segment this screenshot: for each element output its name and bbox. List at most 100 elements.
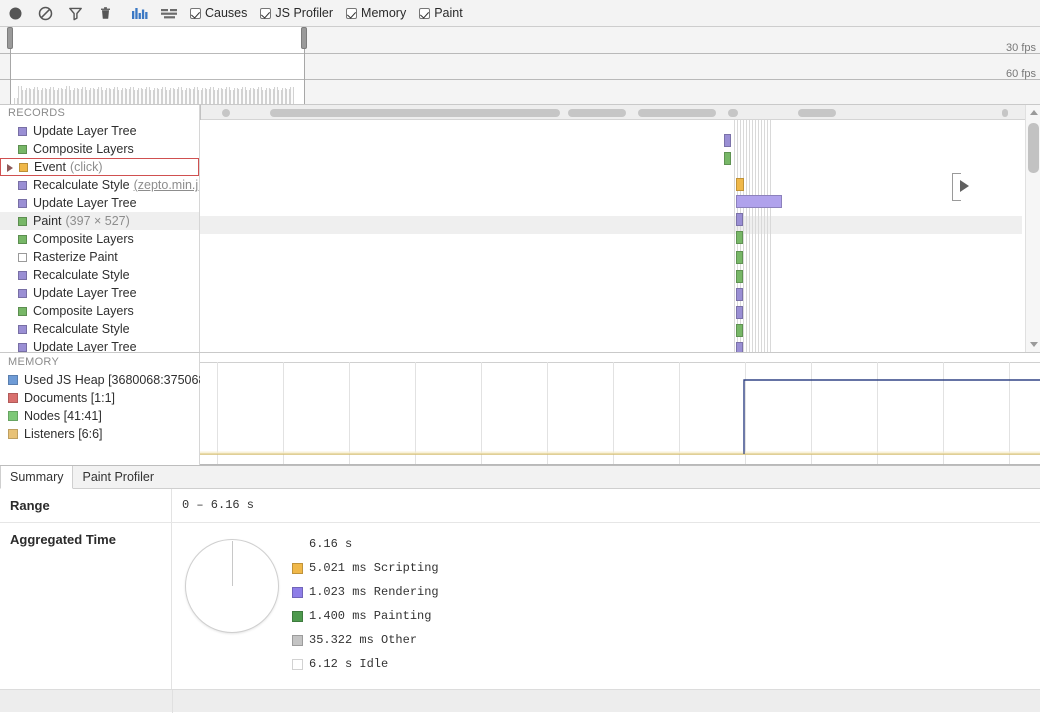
record-row[interactable]: Update Layer Tree	[0, 122, 199, 140]
pie-legend-item: 1.023 ms Rendering	[292, 585, 439, 599]
flame-chart-icon[interactable]	[154, 0, 184, 26]
flame-bar[interactable]	[736, 178, 744, 191]
flame-grid-line	[734, 120, 735, 352]
record-row[interactable]: Event(click)	[0, 158, 199, 176]
tab-paint-profiler[interactable]: Paint Profiler	[73, 466, 163, 488]
fps-60-line	[0, 79, 1040, 80]
ruler-pill	[728, 109, 738, 117]
checkbox-box	[260, 8, 271, 19]
record-row[interactable]: Update Layer Tree	[0, 284, 199, 302]
record-label: Update Layer Tree	[33, 284, 137, 302]
flame-bar[interactable]	[736, 342, 743, 352]
record-label: Update Layer Tree	[33, 122, 137, 140]
pie-legend-label: 6.12 s Idle	[309, 657, 388, 671]
flame-bar[interactable]	[736, 231, 743, 244]
details-drawer: Summary Paint Profiler Range 0 – 6.16 s …	[0, 465, 1040, 711]
flame-bar[interactable]	[724, 134, 731, 147]
aggregated-time-pie-chart[interactable]	[185, 539, 279, 633]
record-color-swatch	[18, 253, 27, 262]
expand-triangle-icon[interactable]	[7, 164, 13, 172]
timeline-overview[interactable]: 30 fps 60 fps	[0, 27, 1040, 104]
checkbox-box	[346, 8, 357, 19]
checkbox-label: Causes	[205, 6, 247, 20]
flame-expand-arrow-icon[interactable]	[960, 180, 969, 192]
scroll-down-arrow-icon[interactable]	[1030, 342, 1038, 347]
record-detail: (397 × 527)	[66, 212, 130, 230]
record-row[interactable]: Recalculate Style(zepto.min.j…	[0, 176, 199, 194]
flame-bar[interactable]	[736, 270, 743, 283]
overview-frame-bars	[0, 82, 1040, 104]
record-label: Composite Layers	[33, 302, 134, 320]
record-color-swatch	[18, 199, 27, 208]
records-ruler[interactable]	[200, 105, 1040, 120]
record-row[interactable]: Update Layer Tree	[0, 194, 199, 212]
flame-bar[interactable]	[736, 195, 782, 208]
flame-chart[interactable]	[200, 120, 1022, 352]
record-row[interactable]: Composite Layers	[0, 230, 199, 248]
record-color-swatch	[18, 325, 27, 334]
flame-bar[interactable]	[736, 251, 743, 264]
flame-bar[interactable]	[724, 152, 731, 165]
records-timeline[interactable]	[200, 105, 1040, 352]
memory-color-swatch	[8, 393, 18, 403]
aggregated-time-value: 6.16 s 5.021 ms Scripting1.023 ms Render…	[172, 523, 1040, 698]
flame-grid-line	[758, 120, 759, 352]
checkbox-js-profiler[interactable]: JS Profiler	[260, 6, 333, 20]
record-row[interactable]: Update Layer Tree	[0, 338, 199, 352]
records-section: RECORDS Update Layer TreeComposite Layer…	[0, 104, 1040, 352]
overview-left-handle[interactable]	[7, 27, 13, 49]
trash-icon[interactable]	[90, 0, 120, 26]
flame-grid-line	[761, 120, 762, 352]
flame-grid-line	[770, 120, 771, 352]
drawer-tabs: Summary Paint Profiler	[0, 466, 1040, 489]
memory-color-swatch	[8, 429, 18, 439]
record-label: Recalculate Style	[33, 266, 130, 284]
record-label: Update Layer Tree	[33, 338, 137, 352]
bar-chart-icon[interactable]	[124, 0, 154, 26]
ruler-pill	[270, 109, 560, 117]
flame-bar[interactable]	[736, 288, 743, 301]
checkbox-label: Paint	[434, 6, 463, 20]
scrollbar-thumb[interactable]	[1028, 123, 1039, 173]
ruler-pill	[1002, 109, 1008, 117]
memory-graph-lines	[200, 353, 1040, 465]
record-row[interactable]: Composite Layers	[0, 140, 199, 158]
pie-legend-swatch	[292, 611, 303, 622]
memory-counter-row[interactable]: Listeners [6:6]	[0, 425, 199, 443]
memory-counter-label: Nodes [41:41]	[24, 407, 102, 425]
overview-right-handle[interactable]	[301, 27, 307, 49]
memory-counter-row[interactable]: Nodes [41:41]	[0, 407, 199, 425]
record-row[interactable]: Composite Layers	[0, 302, 199, 320]
clear-button[interactable]	[30, 0, 60, 26]
memory-counter-row[interactable]: Documents [1:1]	[0, 389, 199, 407]
memory-counter-row[interactable]: Used JS Heap [3680068:3750684]	[0, 371, 199, 389]
flame-grid-line	[752, 120, 753, 352]
tab-summary[interactable]: Summary	[0, 466, 73, 489]
fps-30-line	[0, 53, 1040, 54]
record-source-link[interactable]: (zepto.min.j…	[134, 176, 199, 194]
flame-bar[interactable]	[736, 306, 743, 319]
record-button[interactable]	[0, 0, 30, 26]
memory-graph[interactable]	[200, 353, 1040, 465]
pie-slice-divider	[232, 541, 233, 586]
drawer-footer	[0, 689, 1040, 712]
record-row[interactable]: Recalculate Style	[0, 266, 199, 284]
record-row[interactable]: Recalculate Style	[0, 320, 199, 338]
records-vertical-scrollbar[interactable]	[1025, 105, 1040, 352]
memory-color-swatch	[8, 375, 18, 385]
filter-button[interactable]	[60, 0, 90, 26]
record-row[interactable]: Rasterize Paint	[0, 248, 199, 266]
records-tree[interactable]: RECORDS Update Layer TreeComposite Layer…	[0, 105, 200, 352]
records-header: RECORDS	[0, 105, 199, 122]
fps-30-label: 30 fps	[1006, 42, 1036, 54]
record-label: Recalculate Style	[33, 320, 130, 338]
checkbox-causes[interactable]: Causes	[190, 6, 247, 20]
scroll-up-arrow-icon[interactable]	[1030, 110, 1038, 115]
record-color-swatch	[18, 343, 27, 352]
record-color-swatch	[18, 217, 27, 226]
checkbox-paint[interactable]: Paint	[419, 6, 463, 20]
checkbox-memory[interactable]: Memory	[346, 6, 406, 20]
flame-bar[interactable]	[736, 213, 743, 226]
flame-bar[interactable]	[736, 324, 743, 337]
record-row[interactable]: Paint(397 × 527)	[0, 212, 199, 230]
